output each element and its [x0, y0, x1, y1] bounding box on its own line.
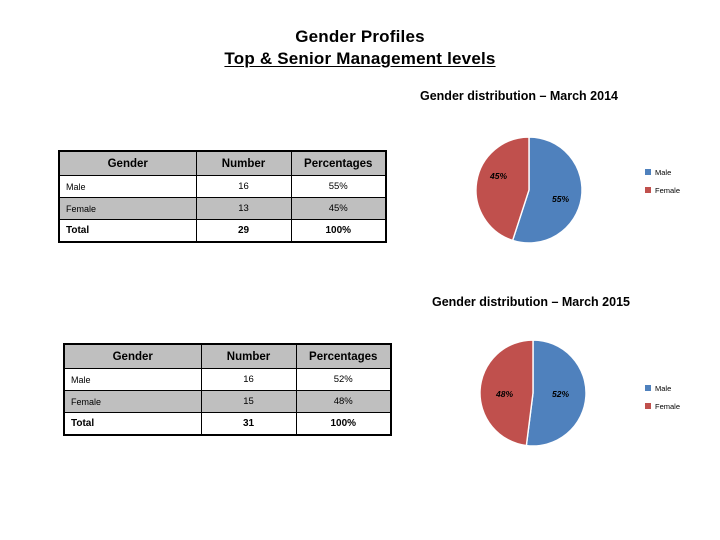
cell-gender: Female — [58, 197, 197, 220]
cell-number: 15 — [200, 390, 297, 413]
table-header-row: Gender Number Percentages — [58, 150, 387, 176]
legend-label-female: Female — [655, 401, 681, 411]
cell-number: 31 — [200, 412, 297, 436]
cell-gender: Female — [63, 390, 202, 413]
gender-table-2014: Gender Number Percentages Male 16 55% Fe… — [58, 150, 387, 243]
cell-percentage: 55% — [290, 175, 387, 198]
slide-title: Gender Profiles Top & Senior Management … — [0, 26, 720, 70]
section-heading-2015: Gender distribution – March 2015 — [432, 295, 630, 309]
legend-item-female: Female — [645, 181, 680, 199]
pie-chart-2015-graphic — [479, 339, 587, 447]
legend-item-male: Male — [645, 163, 680, 181]
cell-number: 16 — [195, 175, 292, 198]
legend-label-female: Female — [655, 185, 681, 195]
table-row-total: Total 29 100% — [58, 219, 387, 243]
cell-percentage: 45% — [290, 197, 387, 220]
pie-slice-label-female: 45% — [490, 171, 508, 181]
pie-legend-2015: Male Female — [645, 379, 680, 415]
column-header-number: Number — [195, 150, 292, 176]
legend-label-male: Male — [655, 383, 672, 393]
legend-swatch-female-icon — [645, 403, 651, 409]
table-row: Male 16 52% — [63, 368, 392, 391]
gender-table-2015: Gender Number Percentages Male 16 52% Fe… — [63, 343, 392, 436]
cell-number: 29 — [195, 219, 292, 243]
cell-gender: Male — [63, 368, 202, 391]
legend-swatch-male-icon — [645, 169, 651, 175]
table-row: Female 15 48% — [63, 390, 392, 413]
legend-swatch-male-icon — [645, 385, 651, 391]
pie-chart-2014: 55% 45% — [474, 135, 584, 245]
cell-percentage: 100% — [290, 219, 387, 243]
column-header-number: Number — [200, 343, 297, 369]
table-row: Female 13 45% — [58, 197, 387, 220]
title-line-2: Top & Senior Management levels — [224, 49, 496, 68]
cell-number: 16 — [200, 368, 297, 391]
column-header-percentages: Percentages — [295, 343, 392, 369]
title-line-1: Gender Profiles — [295, 27, 425, 46]
pie-chart-2015: 52% 48% — [478, 338, 588, 448]
cell-percentage: 52% — [295, 368, 392, 391]
cell-gender: Total — [63, 412, 202, 436]
cell-gender: Total — [58, 219, 197, 243]
section-heading-2014: Gender distribution – March 2014 — [420, 89, 618, 103]
column-header-percentages: Percentages — [290, 150, 387, 176]
pie-slice-label-male: 55% — [552, 194, 570, 204]
pie-legend-2014: Male Female — [645, 163, 680, 199]
table-row-total: Total 31 100% — [63, 412, 392, 436]
column-header-gender: Gender — [58, 150, 197, 176]
legend-label-male: Male — [655, 167, 672, 177]
column-header-gender: Gender — [63, 343, 202, 369]
cell-percentage: 48% — [295, 390, 392, 413]
pie-slice-label-male: 52% — [552, 389, 570, 399]
legend-swatch-female-icon — [645, 187, 651, 193]
cell-percentage: 100% — [295, 412, 392, 436]
pie-chart-2014-graphic — [475, 136, 583, 244]
slide-canvas: Gender Profiles Top & Senior Management … — [0, 0, 720, 540]
cell-gender: Male — [58, 175, 197, 198]
table-header-row: Gender Number Percentages — [63, 343, 392, 369]
legend-item-male: Male — [645, 379, 680, 397]
pie-slice-label-female: 48% — [496, 389, 514, 399]
legend-item-female: Female — [645, 397, 680, 415]
table-row: Male 16 55% — [58, 175, 387, 198]
cell-number: 13 — [195, 197, 292, 220]
